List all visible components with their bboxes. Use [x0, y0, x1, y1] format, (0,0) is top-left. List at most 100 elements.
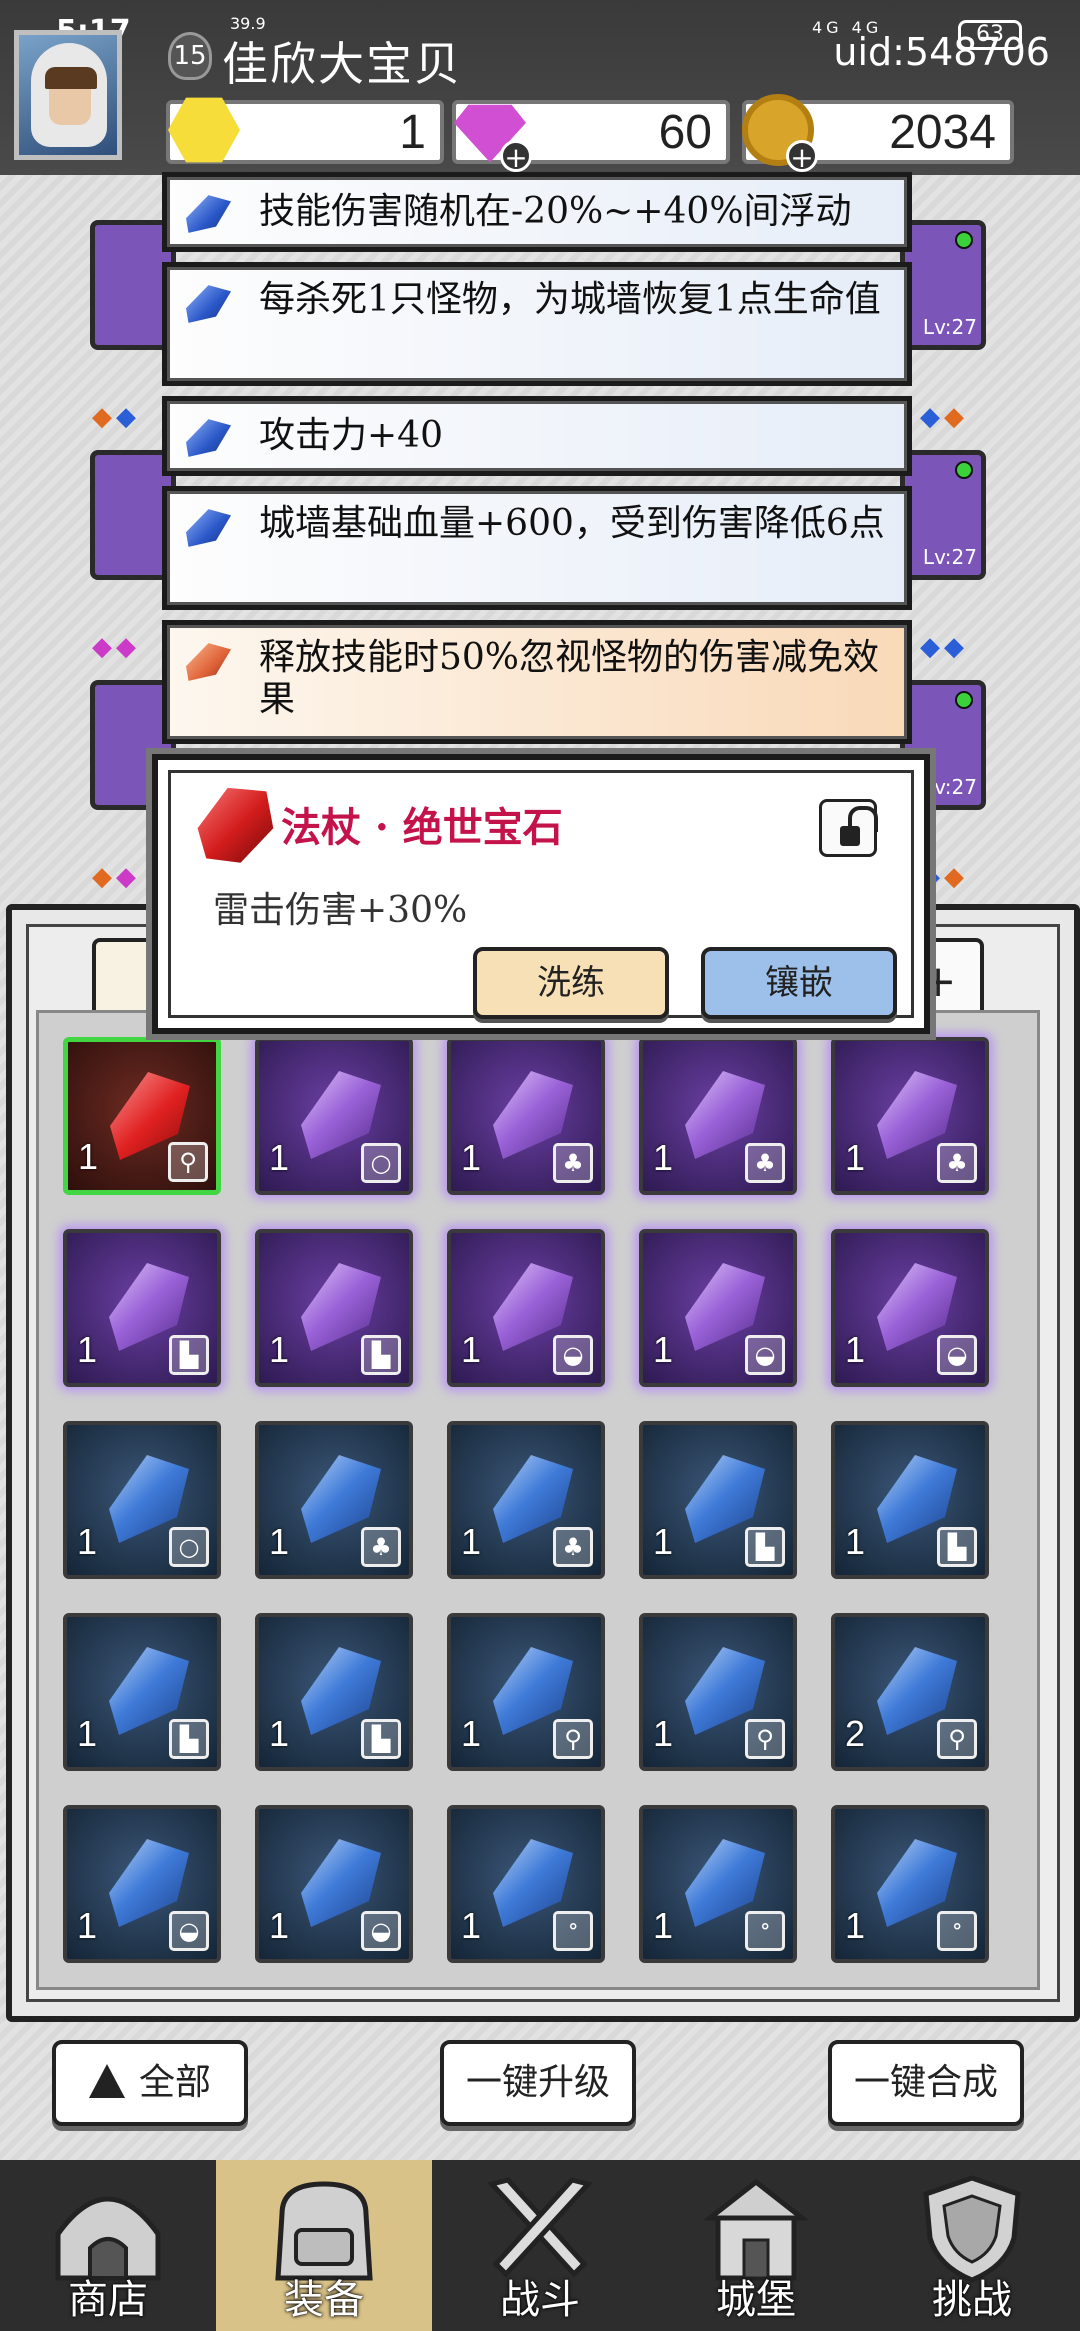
equip-slot-right-2[interactable]: Lv:27 — [900, 450, 986, 580]
add-diamond-button[interactable]: + — [500, 140, 532, 173]
effect-text: 城墙基础血量+600，受到伤害降低6点 — [259, 503, 885, 544]
gem-count: 1 — [653, 1905, 674, 1946]
player-level-badge: 15 — [168, 32, 212, 80]
gem-slot[interactable]: 1 ⚲ — [639, 1613, 797, 1771]
effect-row: 技能伤害随机在-20%~+40%间浮动 — [162, 172, 912, 252]
helmet-slot-icon: ◒ — [361, 1911, 401, 1951]
user-id: uid:548706 — [833, 30, 1050, 74]
gem-socket-icons: ◆◆ — [920, 632, 968, 662]
gem-slot[interactable]: 1 ▙ — [831, 1421, 989, 1579]
gem-slot[interactable]: 1 ○ — [63, 1421, 221, 1579]
gem-description: 雷击伤害+30% — [213, 890, 468, 931]
gem-slot[interactable]: 2 ⚲ — [831, 1613, 989, 1771]
gem-count: 1 — [653, 1521, 674, 1562]
nav-challenge[interactable]: 挑战 — [864, 2160, 1080, 2331]
gem-detail-popup: 法杖 · 绝世宝石 雷击伤害+30% 洗练 镶嵌 — [152, 754, 930, 1034]
staff-slot-icon: ⚲ — [937, 1719, 977, 1759]
gem-count: 1 — [77, 1329, 98, 1370]
gem-slot[interactable]: 1 ▙ — [639, 1421, 797, 1579]
nav-equipment[interactable]: 装备 — [216, 2160, 432, 2331]
player-name: 佳欣大宝贝 — [222, 37, 462, 91]
gem-slot[interactable]: 1 ♣ — [447, 1037, 605, 1195]
gem-slot[interactable]: 1ᐤ — [639, 1805, 797, 1963]
filter-all-button[interactable]: 全部 — [52, 2040, 248, 2126]
gem-count: 1 — [77, 1905, 98, 1946]
gem-count: 1 — [653, 1137, 674, 1178]
boots-slot-icon: ▙ — [361, 1335, 401, 1375]
gem-socket-icons: ◆◆ — [92, 402, 140, 432]
gem-slot[interactable]: 1 ◒ — [63, 1805, 221, 1963]
gem-slot[interactable]: 1 ▙ — [63, 1229, 221, 1387]
ring-slot-icon: ○ — [361, 1143, 401, 1183]
inlay-button[interactable]: 镶嵌 — [701, 947, 897, 1019]
nav-shop[interactable]: 商店 — [0, 2160, 216, 2331]
nav-battle[interactable]: 战斗 — [432, 2160, 648, 2331]
helmet-slot-icon: ◒ — [937, 1335, 977, 1375]
helmet-slot-icon: ◒ — [169, 1911, 209, 1951]
boots-slot-icon: ▙ — [169, 1335, 209, 1375]
armor-slot-icon: ♣ — [361, 1527, 401, 1567]
necklace-slot-icon: ᐤ — [745, 1911, 785, 1951]
nav-castle[interactable]: 城堡 — [648, 2160, 864, 2331]
merge-all-button[interactable]: 一键合成 — [828, 2040, 1024, 2126]
nav-label: 装备 — [284, 2277, 364, 2323]
unlock-icon[interactable] — [819, 799, 878, 857]
necklace-slot-icon: ᐤ — [937, 1911, 977, 1951]
boots-slot-icon: ▙ — [169, 1719, 209, 1759]
gem-count: 2 — [845, 1713, 866, 1754]
ready-dot-icon — [955, 231, 973, 249]
gem-count: 1 — [78, 1136, 99, 1177]
gem-slot[interactable]: 1 ◒ — [831, 1229, 989, 1387]
gem-slot[interactable]: 1 ▙ — [63, 1613, 221, 1771]
armor-slot-icon: ♣ — [937, 1143, 977, 1183]
gem-count: 1 — [461, 1329, 482, 1370]
blue-gem-icon — [186, 509, 231, 547]
gem-slot[interactable]: 1ᐤ — [447, 1805, 605, 1963]
gem-slot[interactable]: 1 ♣ — [639, 1037, 797, 1195]
effect-row: 释放技能时50%忽视怪物的伤害减免效果 — [162, 620, 912, 744]
gem-count: 1 — [845, 1329, 866, 1370]
gem-count: 1 — [269, 1905, 290, 1946]
nav-label: 城堡 — [716, 2277, 796, 2323]
staff-slot-icon: ⚲ — [168, 1142, 208, 1182]
gem-socket-icons: ◆◆ — [92, 862, 140, 892]
helmet-slot-icon: ◒ — [745, 1335, 785, 1375]
boots-slot-icon: ▙ — [361, 1719, 401, 1759]
gem-count: 1 — [269, 1713, 290, 1754]
gem-slot[interactable]: 1 ◒ — [447, 1229, 605, 1387]
staff-slot-icon: ⚲ — [745, 1719, 785, 1759]
gem-slot[interactable]: 1 ⚲ — [447, 1613, 605, 1771]
gem-slot[interactable]: 1 ▙ — [255, 1613, 413, 1771]
add-gold-button[interactable]: + — [786, 140, 818, 173]
gem-slot[interactable]: 1 ○ — [255, 1037, 413, 1195]
nav-label: 商店 — [68, 2277, 148, 2323]
armor-slot-icon: ♣ — [553, 1527, 593, 1567]
gem-count: 1 — [845, 1521, 866, 1562]
gem-slot[interactable]: 1 ♣ — [447, 1421, 605, 1579]
equip-level: Lv:27 — [922, 315, 977, 339]
effect-row: 每杀死1只怪物，为城墙恢复1点生命值 — [162, 262, 912, 386]
upgrade-all-button[interactable]: 一键升级 — [440, 2040, 636, 2126]
blue-gem-icon — [186, 419, 231, 457]
gem-socket-icons: ◆◆ — [920, 402, 968, 432]
gem-slot[interactable]: 1 ◒ — [639, 1229, 797, 1387]
gem-count: 1 — [461, 1905, 482, 1946]
blue-gem-icon — [186, 195, 231, 233]
avatar[interactable] — [14, 30, 122, 160]
effect-text: 技能伤害随机在-20%~+40%间浮动 — [259, 191, 852, 232]
gem-slot[interactable]: 1 ▙ — [255, 1229, 413, 1387]
gem-slot[interactable]: 1 ♣ — [831, 1037, 989, 1195]
gem-slot[interactable]: 1 ◒ — [255, 1805, 413, 1963]
equip-slot-right-1[interactable]: Lv:27 — [900, 220, 986, 350]
gem-slot[interactable]: 1 ⚲ — [63, 1037, 221, 1195]
gem-slot[interactable]: 1 ♣ — [255, 1421, 413, 1579]
gem-count: 1 — [653, 1329, 674, 1370]
effect-row: 城墙基础血量+600，受到伤害降低6点 — [162, 486, 912, 610]
effect-text: 释放技能时50%忽视怪物的伤害减免效果 — [259, 637, 880, 720]
boots-slot-icon: ▙ — [745, 1527, 785, 1567]
equip-level: Lv:27 — [922, 775, 977, 799]
refine-button[interactable]: 洗练 — [473, 947, 669, 1019]
gem-count: 1 — [77, 1521, 98, 1562]
gem-slot[interactable]: 1ᐤ — [831, 1805, 989, 1963]
gem-socket-icons: ◆◆ — [92, 632, 140, 662]
